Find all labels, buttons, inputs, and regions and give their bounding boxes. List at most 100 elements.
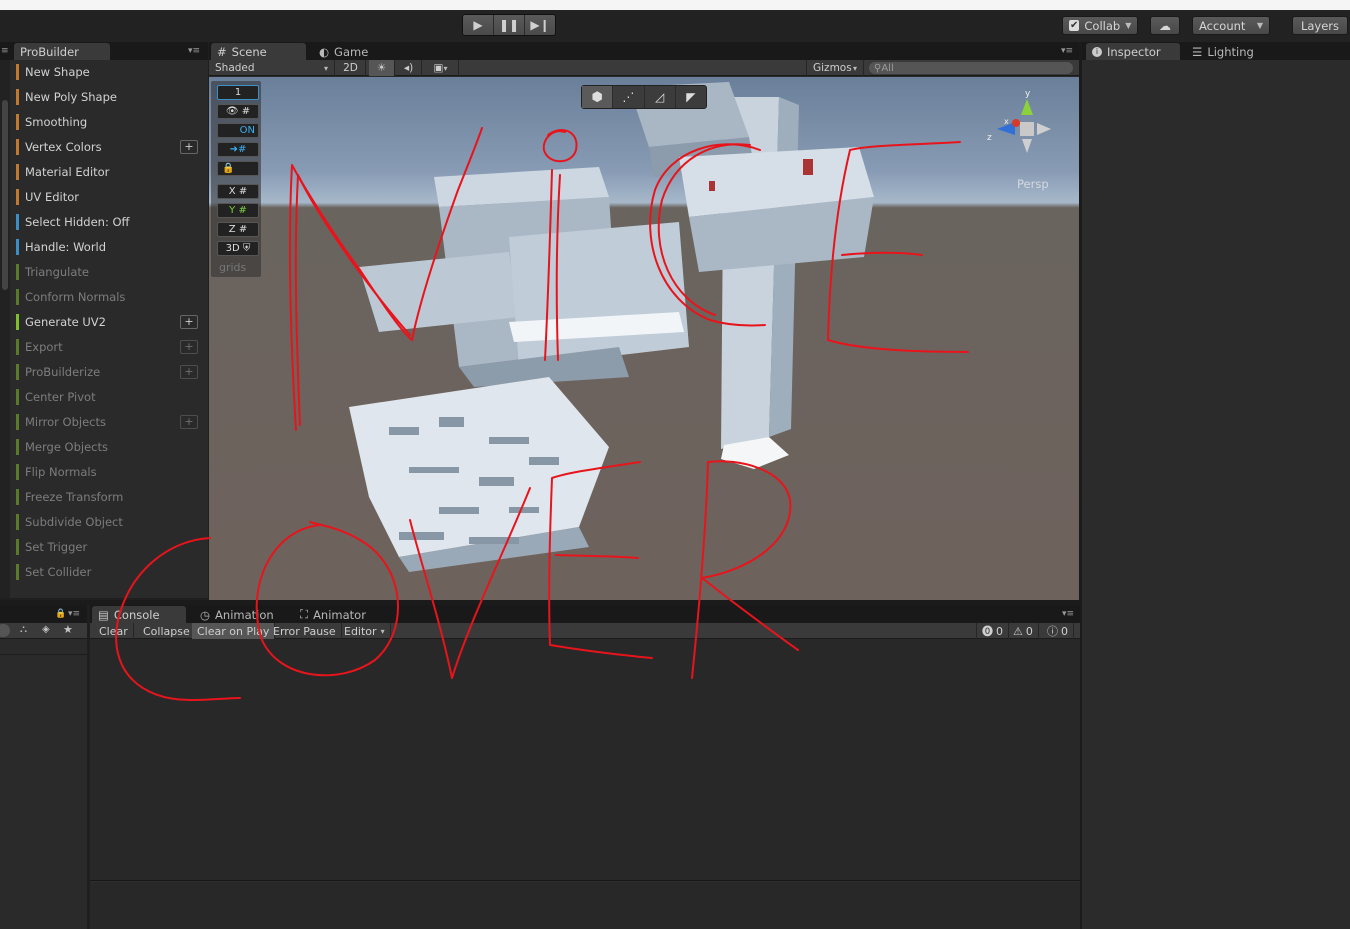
lock-grid-toggle[interactable]: 🔒 (217, 161, 259, 176)
step-button[interactable]: ▶❙ (525, 15, 555, 35)
pause-button[interactable]: ❚❚ (494, 15, 525, 35)
x-axis-grid-toggle[interactable]: X # (217, 184, 259, 199)
probuilder-tool-item[interactable]: Export + (16, 336, 204, 357)
gizmo-center-cube[interactable] (1020, 122, 1034, 136)
x-axis-label: X (228, 186, 236, 197)
warning-count-toggle[interactable]: ⚠ 0 (1008, 623, 1039, 639)
probuilder-tool-item[interactable]: ProBuilderize + (16, 361, 204, 382)
log-count-toggle[interactable]: ⓘ 0 (1042, 623, 1074, 639)
probuilder-tool-item[interactable]: New Poly Shape (16, 86, 204, 107)
probuilder-tool-item[interactable]: Select Hidden: Off (16, 211, 204, 232)
tab-probuilder[interactable]: ProBuilder (14, 43, 110, 60)
category-color-bar (16, 463, 19, 480)
options-plus-button[interactable]: + (180, 414, 198, 429)
tag-icon[interactable]: ◈ (42, 624, 50, 635)
object-mode-button[interactable]: ⬢ (582, 86, 614, 108)
probuilder-tool-item[interactable]: Set Collider (16, 561, 204, 582)
error-icon: ⓿ (982, 625, 993, 638)
gizmos-dropdown[interactable]: Gizmos ▾ (806, 60, 864, 76)
y-neg-cone[interactable] (1022, 139, 1032, 153)
clear-button[interactable]: Clear (94, 623, 134, 639)
panel-menu-icon[interactable]: ≡ (1, 46, 9, 56)
lock-icon[interactable]: 🔒 (55, 609, 66, 619)
audio-toggle[interactable]: ◂) (396, 60, 422, 76)
tab-inspector[interactable]: i Inspector (1086, 43, 1180, 60)
warning-icon: ⚠ (1013, 624, 1023, 638)
tab-animator[interactable]: ⛶ Animator (294, 606, 374, 623)
probuilder-tool-item[interactable]: Generate UV2 + (16, 311, 204, 332)
options-plus-button[interactable]: + (180, 339, 198, 354)
projection-label[interactable]: Persp (1017, 177, 1049, 191)
probuilder-tool-item[interactable]: Flip Normals (16, 461, 204, 482)
step-icon: ▶❙ (530, 18, 550, 32)
error-count-toggle[interactable]: ⓿0 (976, 623, 1009, 639)
console-log-list[interactable] (90, 639, 1080, 881)
scene-viewport[interactable]: ⬢ ⋰ ◿ ◤ 1 👁 # ON ➜# 🔒 X # Y # Z # 3D ⛨ g… (209, 77, 1079, 600)
options-plus-button[interactable]: + (180, 139, 198, 154)
3d-grid-toggle[interactable]: 3D ⛨ (217, 241, 259, 256)
filter-type-icon[interactable]: ⛬ (20, 624, 27, 635)
probuilder-tool-item[interactable]: Triangulate (16, 261, 204, 282)
scrollbar-thumb[interactable] (2, 100, 8, 290)
collab-button[interactable]: ✔ Collab ▼ (1062, 16, 1138, 35)
shading-mode-dropdown[interactable]: Shaded ▾ (209, 60, 335, 76)
tab-console[interactable]: ▤ Console (92, 606, 186, 623)
y-axis-cone[interactable] (1021, 99, 1033, 115)
panel-options-icon[interactable]: ▾≡ (1062, 609, 1074, 619)
orientation-gizmo[interactable] (987, 89, 1067, 159)
probuilder-scrollbar[interactable] (0, 60, 10, 598)
toggle-2d-button[interactable]: 2D (336, 60, 366, 76)
probuilder-tool-item[interactable]: Mirror Objects + (16, 411, 204, 432)
tab-scene[interactable]: # Scene (211, 43, 306, 60)
face-mode-button[interactable]: ◤ (676, 86, 706, 108)
editor-dropdown[interactable]: Editor ▾ (339, 623, 391, 639)
tab-animation[interactable]: ◷ Animation (194, 606, 284, 623)
probuilder-tool-item[interactable]: Set Trigger (16, 536, 204, 557)
probuilder-tool-item[interactable]: Conform Normals (16, 286, 204, 307)
collapse-button[interactable]: Collapse (138, 623, 196, 639)
probuilder-tool-item[interactable]: Center Pivot (16, 386, 204, 407)
console-detail-area[interactable] (90, 882, 1080, 929)
tab-game[interactable]: ◐ Game (313, 43, 383, 60)
probuilder-tool-item[interactable]: New Shape (16, 61, 204, 82)
snap-value-field[interactable]: 1 (217, 85, 259, 100)
probuilder-tool-item[interactable]: Merge Objects (16, 436, 204, 457)
probuilder-tool-item[interactable]: Subdivide Object (16, 511, 204, 532)
chevron-down-icon: ▾ (323, 63, 328, 73)
x-neg-cone[interactable] (1037, 123, 1051, 135)
vertex-mode-button[interactable]: ⋰ (613, 86, 645, 108)
panel-options-icon[interactable]: ▾≡ (1061, 46, 1073, 56)
push-to-grid-button[interactable]: ➜# (217, 142, 259, 157)
panel-options-icon[interactable]: ▾≡ (188, 46, 200, 56)
cloud-button[interactable]: ☁ (1150, 16, 1180, 35)
z-axis-grid-toggle[interactable]: Z # (217, 222, 259, 237)
y-axis-grid-toggle[interactable]: Y # (217, 203, 259, 218)
search-field[interactable] (0, 624, 10, 637)
probuilder-tool-item[interactable]: Handle: World (16, 236, 204, 257)
star-icon[interactable]: ★ (63, 623, 73, 636)
tab-scene-label: Scene (231, 44, 267, 59)
snap-toggle[interactable]: ON (217, 123, 259, 138)
options-plus-button[interactable]: + (180, 314, 198, 329)
category-color-bar (16, 338, 19, 355)
probuilder-tool-item[interactable]: UV Editor (16, 186, 204, 207)
effects-dropdown[interactable]: ▣ ▾ (423, 60, 459, 76)
play-button[interactable]: ▶ (463, 15, 494, 35)
error-pause-toggle[interactable]: Error Pause (268, 623, 342, 639)
grid-visibility-toggle[interactable]: 👁 # (217, 104, 259, 119)
x-axis-cone[interactable] (1012, 119, 1020, 127)
account-dropdown[interactable]: Account ▼ (1192, 16, 1270, 35)
probuilder-tool-item[interactable]: Material Editor (16, 161, 204, 182)
edge-mode-button[interactable]: ◿ (645, 86, 676, 108)
scene-search-input[interactable]: ⚲ All (869, 62, 1073, 74)
probuilder-tool-item[interactable]: Freeze Transform (16, 486, 204, 507)
clear-on-play-toggle[interactable]: Clear on Play (192, 623, 276, 639)
probuilder-tool-item[interactable]: Smoothing (16, 111, 204, 132)
tab-animation-label: Animation (215, 607, 274, 622)
probuilder-tool-item[interactable]: Vertex Colors + (16, 136, 204, 157)
panel-options-icon[interactable]: ▾≡ (68, 609, 80, 619)
layers-dropdown[interactable]: Layers (1292, 16, 1348, 35)
options-plus-button[interactable]: + (180, 364, 198, 379)
lighting-toggle[interactable]: ☀ (369, 60, 395, 76)
tab-lighting[interactable]: ☰ Lighting (1186, 43, 1266, 60)
